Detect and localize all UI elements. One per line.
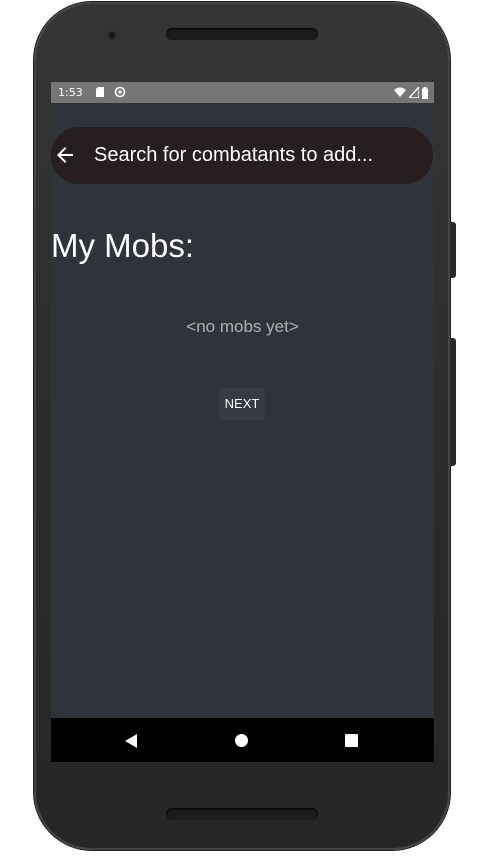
navigation-bar <box>51 718 434 762</box>
arrow-left-icon[interactable] <box>53 143 77 167</box>
bottom-speaker <box>166 808 318 820</box>
empty-state-text: <no mobs yet> <box>186 317 299 336</box>
wifi-icon <box>394 87 406 97</box>
battery-icon <box>422 86 428 99</box>
sd-card-icon <box>96 87 104 97</box>
status-right-icons <box>394 86 428 99</box>
sync-icon <box>114 86 126 98</box>
search-input[interactable]: Search for combatants to add... <box>94 144 373 167</box>
power-button <box>450 222 456 278</box>
page-title: My Mobs: <box>51 227 195 264</box>
back-triangle-icon[interactable] <box>124 733 138 749</box>
cell-signal-icon <box>409 87 419 98</box>
recents-square-icon[interactable] <box>345 734 358 747</box>
screen: 1:53 Search for combatants to add... My … <box>51 82 434 762</box>
front-camera <box>108 31 116 39</box>
home-circle-icon[interactable] <box>235 734 248 747</box>
earpiece-speaker <box>166 28 318 40</box>
search-bar[interactable]: Search for combatants to add... <box>51 127 433 184</box>
next-button[interactable]: NEXT <box>219 388 265 420</box>
status-time: 1:53 <box>58 86 83 99</box>
volume-button <box>450 338 456 466</box>
status-bar: 1:53 <box>51 82 434 103</box>
